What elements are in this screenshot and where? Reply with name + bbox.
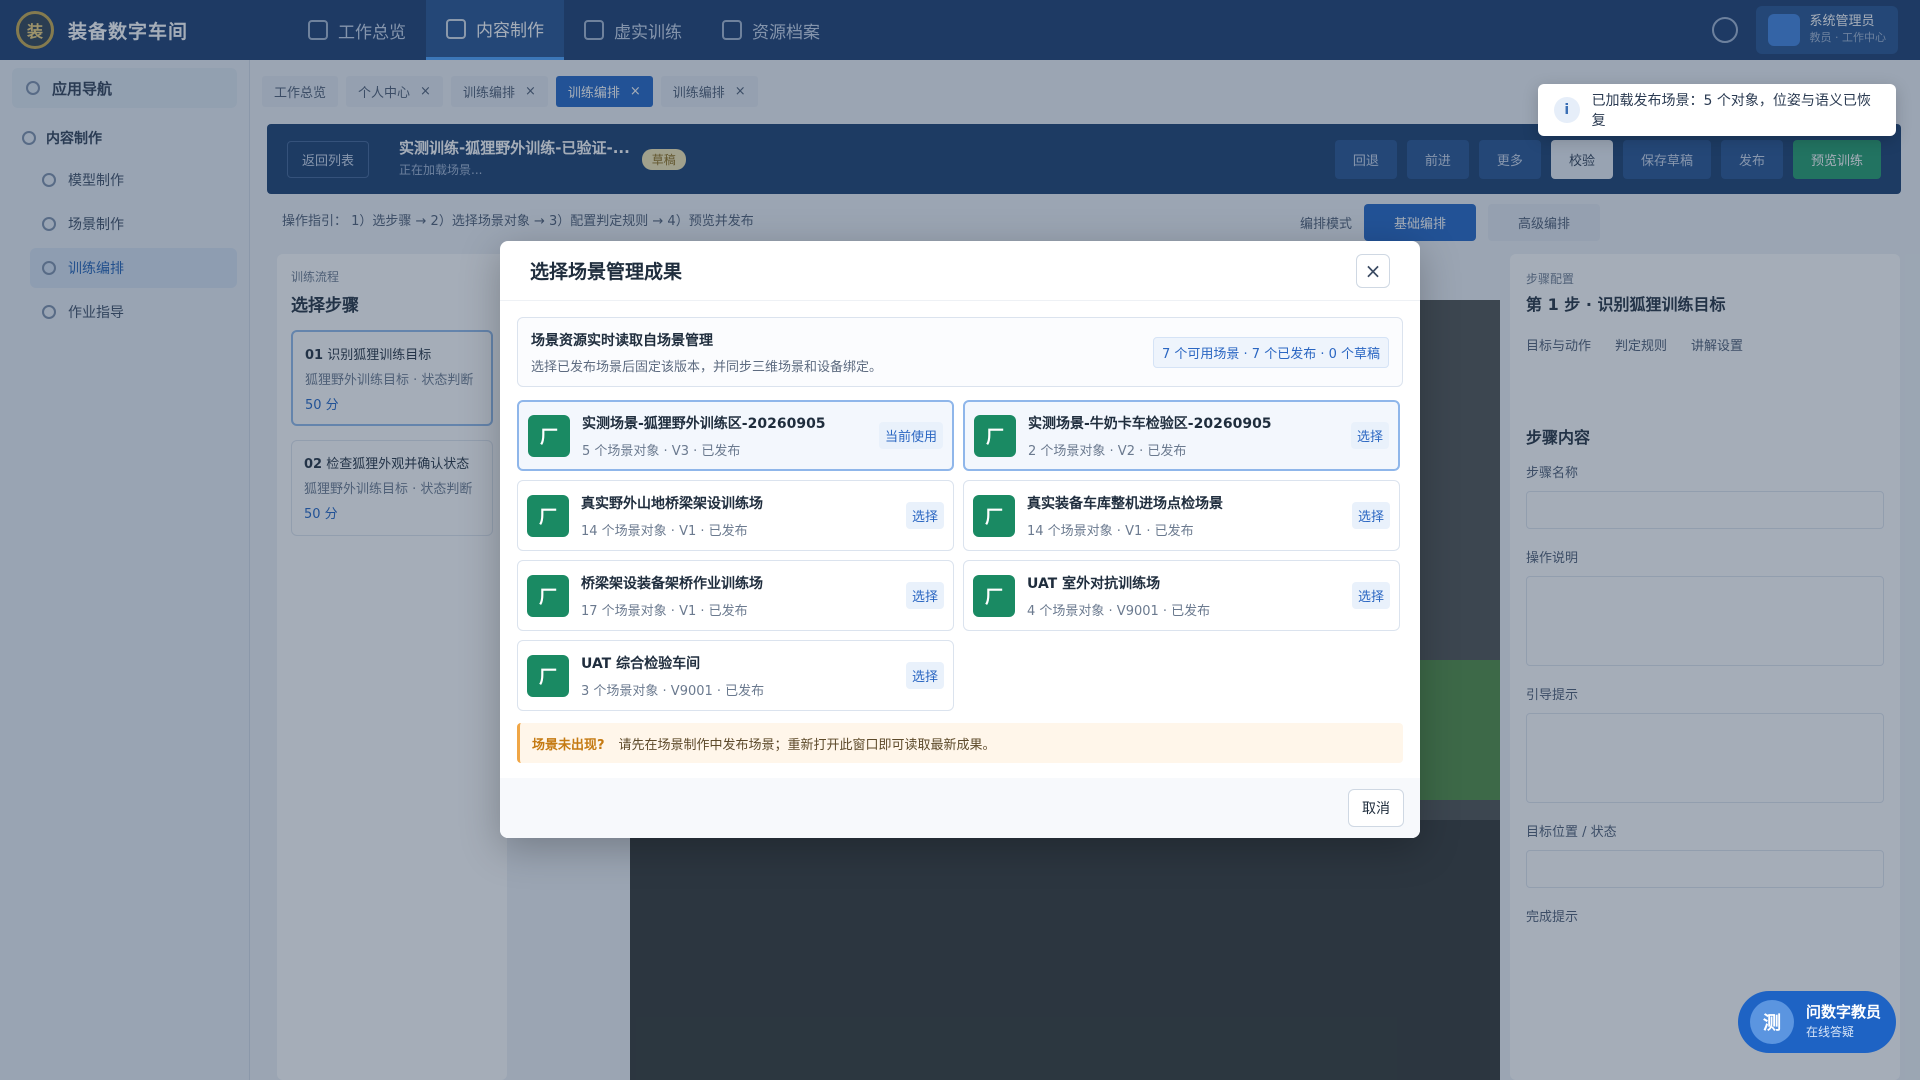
- scene-meta: 14 个场景对象 · V1 · 已发布: [581, 523, 748, 539]
- scene-card[interactable]: 厂 真实装备车库整机进场点检场景 14 个场景对象 · V1 · 已发布 选择: [963, 480, 1400, 551]
- scene-missing-hint: 场景未出现? 请先在场景制作中发布场景；重新打开此窗口即可读取最新成果。: [517, 723, 1403, 763]
- toast-text: 已加载发布场景：5 个对象，位姿与语义已恢复: [1591, 93, 1871, 129]
- factory-icon: 厂: [527, 574, 569, 617]
- factory-icon: 厂: [973, 494, 1015, 537]
- assistant-avatar: 测: [1750, 1000, 1794, 1044]
- info-icon: i: [1554, 97, 1580, 123]
- factory-icon: 厂: [973, 574, 1015, 617]
- scene-name: 实测场景-牛奶卡车检验区-20260905: [1028, 415, 1272, 432]
- scene-meta: 4 个场景对象 · V9001 · 已发布: [1027, 603, 1211, 619]
- select-scene-button[interactable]: 选择: [905, 662, 944, 689]
- scene-card[interactable]: 厂 真实野外山地桥梁架设训练场 14 个场景对象 · V1 · 已发布 选择: [517, 480, 954, 551]
- scene-card[interactable]: 厂 UAT 室外对抗训练场 4 个场景对象 · V9001 · 已发布 选择: [963, 560, 1400, 631]
- select-scene-button[interactable]: 选择: [905, 582, 944, 609]
- hint-title: 场景未出现?: [532, 737, 605, 753]
- scene-meta: 5 个场景对象 · V3 · 已发布: [582, 443, 741, 459]
- scene-meta: 17 个场景对象 · V1 · 已发布: [581, 603, 748, 619]
- select-scene-button[interactable]: 选择: [1350, 422, 1389, 449]
- notification-toast: i 已加载发布场景：5 个对象，位姿与语义已恢复: [1538, 84, 1896, 136]
- hint-text: 请先在场景制作中发布场景；重新打开此窗口即可读取最新成果。: [618, 737, 996, 753]
- factory-icon: 厂: [527, 494, 569, 537]
- assistant-chat-button[interactable]: 测 问数字教员在线答疑: [1738, 991, 1896, 1053]
- select-scene-button[interactable]: 选择: [905, 502, 944, 529]
- scene-card[interactable]: 厂 实测场景-牛奶卡车检验区-20260905 2 个场景对象 · V2 · 已发…: [963, 400, 1400, 471]
- chat-subtitle: 在线答疑: [1806, 1025, 1855, 1039]
- close-icon[interactable]: ×: [1356, 253, 1390, 288]
- scene-card[interactable]: 厂 桥梁架设装备架桥作业训练场 17 个场景对象 · V1 · 已发布 选择: [517, 560, 954, 631]
- scene-select-dialog: 选择场景管理成果 × 场景资源实时读取自场景管理 选择已发布场景后固定该版本，并…: [500, 241, 1420, 838]
- chat-title: 问数字教员: [1806, 1003, 1882, 1021]
- scene-source-info: 场景资源实时读取自场景管理 选择已发布场景后固定该版本，并同步三维场景和设备绑定…: [517, 317, 1403, 387]
- select-scene-button[interactable]: 选择: [1351, 502, 1390, 529]
- scene-name: 真实装备车库整机进场点检场景: [1027, 495, 1223, 512]
- scene-name: UAT 综合检验车间: [581, 655, 701, 672]
- scene-name: 实测场景-狐狸野外训练区-20260905: [582, 415, 826, 432]
- cancel-button[interactable]: 取消: [1348, 789, 1404, 827]
- scene-name: UAT 室外对抗训练场: [1027, 575, 1161, 592]
- scene-meta: 3 个场景对象 · V9001 · 已发布: [581, 683, 765, 699]
- scene-card[interactable]: 厂 实测场景-狐狸野外训练区-20260905 5 个场景对象 · V3 · 已发…: [517, 400, 954, 471]
- factory-icon: 厂: [974, 414, 1016, 457]
- scene-meta: 14 个场景对象 · V1 · 已发布: [1027, 523, 1194, 539]
- dialog-title: 选择场景管理成果: [530, 261, 683, 283]
- scene-name: 桥梁架设装备架桥作业训练场: [581, 575, 763, 592]
- scene-grid: 厂 实测场景-狐狸野外训练区-20260905 5 个场景对象 · V3 · 已发…: [517, 400, 1403, 711]
- source-subtitle: 选择已发布场景后固定该版本，并同步三维场景和设备绑定。: [531, 359, 883, 375]
- select-scene-button[interactable]: 选择: [1351, 582, 1390, 609]
- factory-icon: 厂: [528, 414, 570, 457]
- factory-icon: 厂: [527, 654, 569, 697]
- source-title: 场景资源实时读取自场景管理: [531, 332, 713, 349]
- scene-card[interactable]: 厂 UAT 综合检验车间 3 个场景对象 · V9001 · 已发布 选择: [517, 640, 954, 711]
- scene-count-badge: 7 个可用场景 · 7 个已发布 · 0 个草稿: [1152, 336, 1389, 368]
- current-scene-badge[interactable]: 当前使用: [878, 422, 943, 449]
- scene-meta: 2 个场景对象 · V2 · 已发布: [1028, 443, 1187, 459]
- scene-name: 真实野外山地桥梁架设训练场: [581, 495, 763, 512]
